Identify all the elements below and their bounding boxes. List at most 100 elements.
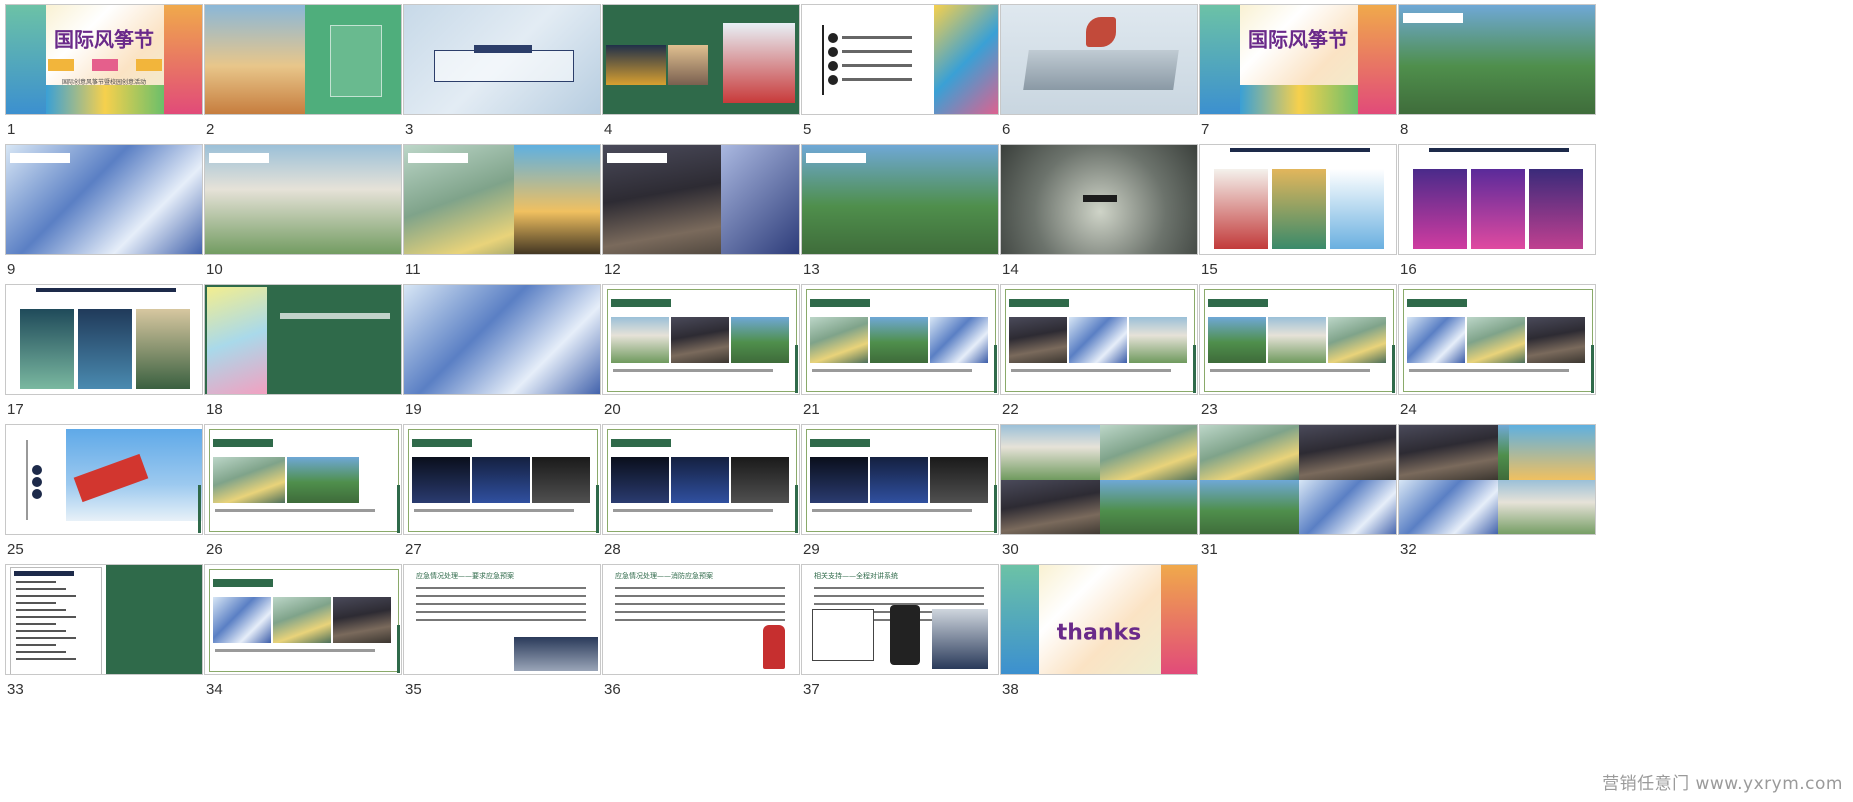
slide-thumbnail-cell: 23 [1194,280,1397,420]
thumbnail-image [16,609,66,611]
thumbnail-image [215,509,375,512]
slide-thumbnail-14[interactable] [1000,144,1198,255]
slide-number: 13 [803,261,820,278]
thumbnail-image [1467,317,1525,363]
slide-thumbnail-28[interactable] [602,424,800,535]
slide-sorter-grid: 国际风筝节 国际创意风筝节暨校园创意活动 1 2 3 4 5 6 国际风筝节 7 8 9 10 11 12 1… [0,0,1853,802]
thumbnail-image [1498,480,1595,534]
slide-thumbnail-24[interactable] [1398,284,1596,395]
thumbnail-image [1299,425,1396,480]
thumbnail-image [412,457,470,503]
slide-thumbnail-3[interactable] [403,4,601,115]
thumbnail-image [10,153,70,163]
slide-thumbnail-20[interactable] [602,284,800,395]
thumbnail-image [215,649,375,652]
thumbnail-image [810,457,868,503]
slide-thumbnail-17[interactable] [5,284,203,395]
thumbnail-image [1001,480,1100,534]
slide-thumbnail-cell: 2 [199,0,402,140]
thumbnail-image [1161,565,1197,674]
thumbnail-image [1272,169,1326,249]
slide-thumbnail-26[interactable] [204,424,402,535]
slide-thumbnail-36[interactable]: 应急情况处理——消防应急预案 [602,564,800,675]
slide-thumbnail-33[interactable] [5,564,203,675]
thumbnail-image [16,602,56,604]
thumbnail-image [514,145,600,254]
slide-thumbnail-35[interactable]: 应急情况处理——要求应急预案 [403,564,601,675]
slide-thumbnail-8[interactable] [1398,4,1596,115]
slide-thumbnail-cell: 8 [1393,0,1596,140]
slide-thumbnail-16[interactable] [1398,144,1596,255]
slide-thumbnail-5[interactable] [801,4,999,115]
slide-thumbnail-18[interactable] [204,284,402,395]
slide-thumbnail-19[interactable] [403,284,601,395]
slide-thumbnail-cell: 应急情况处理——消防应急预案 36 [597,560,800,700]
slide-thumbnail-cell: 5 [796,0,999,140]
slide-number: 18 [206,401,223,418]
thumbnail-image [434,50,574,82]
slide-thumbnail-31[interactable] [1199,424,1397,535]
thumbnail-image [412,439,472,447]
thumbnail-image [333,597,391,643]
thumbnail-image [668,45,708,85]
slide-thumbnail-34[interactable] [204,564,402,675]
thumbnail-image [930,317,988,363]
thumbnail-image [1240,85,1358,114]
slide-thumbnail-38[interactable]: thanks [1000,564,1198,675]
slide-thumbnail-23[interactable] [1199,284,1397,395]
thumbnail-image [763,625,785,669]
slide-number: 34 [206,681,223,698]
slide-thumbnail-cell: 4 [597,0,800,140]
slide-thumbnail-cell: 3 [398,0,601,140]
slide-thumbnail-37[interactable]: 相关支持——全程对讲系统 [801,564,999,675]
thumbnail-image [78,309,132,389]
slide-number: 20 [604,401,621,418]
slide-title: 国际风筝节 [54,27,154,52]
thumbnail-image [1328,317,1386,363]
slide-thumbnail-15[interactable] [1199,144,1397,255]
slide-thumbnail-13[interactable] [801,144,999,255]
slide-thumbnail-4[interactable] [602,4,800,115]
slide-thumbnail-cell: 16 [1393,140,1596,280]
thumbnail-image [721,145,799,254]
slide-thumbnail-27[interactable] [403,424,601,535]
thumbnail-image [32,477,42,487]
slide-thumbnail-cell: 国际风筝节 7 [1194,0,1397,140]
thumbnail-image [1200,480,1299,534]
thumbnail-image [810,299,870,307]
thumbnail-image [842,78,912,81]
slide-subtitle: 国际创意风筝节暨校园创意活动 [61,78,147,86]
slide-thumbnail-7[interactable]: 国际风筝节 [1199,4,1397,115]
slide-number: 15 [1201,261,1218,278]
thumbnail-image [1330,169,1384,249]
slide-number: 35 [405,681,422,698]
slide-thumbnail-22[interactable] [1000,284,1198,395]
slide-thumbnail-32[interactable] [1398,424,1596,535]
slide-thumbnail-11[interactable] [403,144,601,255]
slide-thumbnail-25[interactable] [5,424,203,535]
thumbnail-image [810,317,868,363]
thumbnail-image [16,637,76,639]
slide-thumbnail-29[interactable] [801,424,999,535]
thumbnail-image [1399,480,1498,534]
slide-thumbnail-12[interactable] [602,144,800,255]
slide-thumbnail-30[interactable] [1000,424,1198,535]
slide-number: 29 [803,541,820,558]
slide-thumbnail-6[interactable] [1000,4,1198,115]
thumbnail-image [213,597,271,643]
slide-thumbnail-1[interactable]: 国际风筝节国际创意风筝节暨校园创意活动 [5,4,203,115]
slide-thumbnail-9[interactable] [5,144,203,255]
slide-thumbnail-21[interactable] [801,284,999,395]
thumbnail-image [1429,148,1569,152]
slide-thumbnail-10[interactable] [204,144,402,255]
slide-thumbnail-2[interactable] [204,4,402,115]
thumbnail-image [205,5,305,114]
slide-number: 12 [604,261,621,278]
thumbnail-image [611,317,669,363]
slide-title: 应急情况处理——要求应急预案 [416,572,514,580]
thumbnail-image [615,595,785,597]
thumbnail-image [1409,369,1569,372]
thumbnail-image [615,587,785,589]
slide-number: 5 [803,121,812,138]
thumbnail-image [810,439,870,447]
